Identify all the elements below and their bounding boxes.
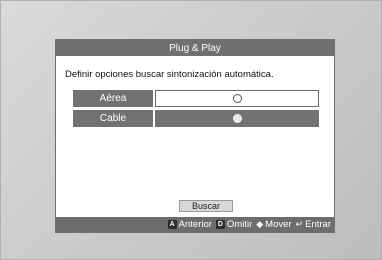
hint-anterior: A Anterior bbox=[167, 219, 212, 230]
hint-entrar-label: Entrar bbox=[305, 219, 331, 230]
hint-omitir-label: Omitir bbox=[226, 219, 253, 230]
option-label-text: Aérea bbox=[99, 93, 127, 104]
search-button[interactable]: Buscar bbox=[179, 200, 233, 212]
search-button-label: Buscar bbox=[191, 201, 220, 211]
option-row-cable[interactable]: Cable bbox=[73, 110, 319, 127]
dialog-title-bar: Plug & Play bbox=[56, 40, 334, 56]
option-row-aerea[interactable]: Aérea bbox=[73, 90, 319, 107]
option-label-text: Cable bbox=[99, 113, 127, 124]
option-value-cable[interactable] bbox=[155, 110, 319, 127]
a-key-icon: A bbox=[167, 220, 177, 229]
tv-screen: Plug & Play Definir opciones buscar sint… bbox=[0, 0, 382, 260]
footer-hints: A Anterior D Omitir ◆ Mover ↵ Entrar bbox=[56, 217, 334, 232]
dialog-prompt: Definir opciones buscar sintonización au… bbox=[65, 69, 274, 80]
hint-anterior-label: Anterior bbox=[178, 219, 212, 230]
d-key-icon: D bbox=[215, 220, 225, 229]
radio-aerea-icon[interactable] bbox=[232, 94, 242, 103]
hint-mover-label: Mover bbox=[265, 219, 292, 230]
option-value-aerea[interactable] bbox=[155, 90, 319, 107]
enter-icon: ↵ bbox=[295, 219, 304, 229]
hint-entrar: ↵ Entrar bbox=[296, 219, 331, 230]
hint-omitir: D Omitir bbox=[215, 219, 253, 230]
dialog-title: Plug & Play bbox=[169, 42, 221, 54]
option-label-aerea: Aérea bbox=[73, 90, 153, 107]
option-label-cable: Cable bbox=[73, 110, 153, 127]
hint-mover: ◆ Mover bbox=[256, 219, 291, 230]
up-down-arrow-icon: ◆ bbox=[256, 219, 264, 229]
radio-cable-icon[interactable] bbox=[232, 114, 242, 123]
plug-and-play-dialog: Plug & Play Definir opciones buscar sint… bbox=[55, 39, 335, 233]
